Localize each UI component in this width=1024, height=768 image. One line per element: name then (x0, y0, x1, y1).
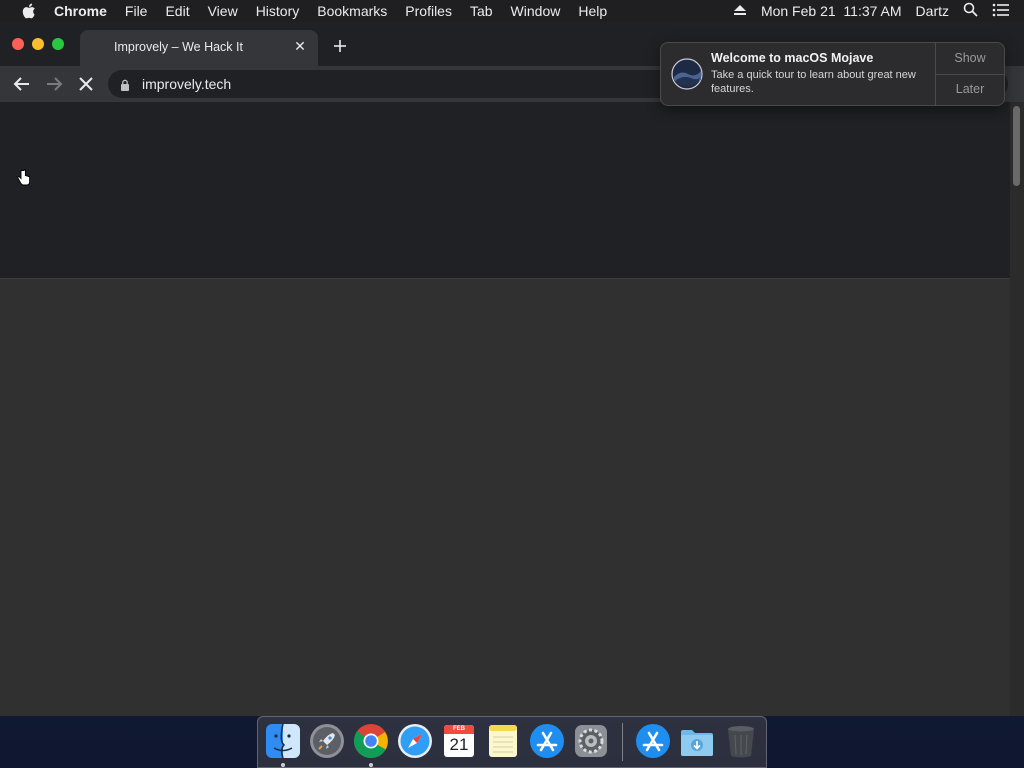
dock-calendar[interactable]: FEB 21 (440, 722, 478, 760)
notification-body: Take a quick tour to learn about great n… (711, 69, 916, 95)
chrome-icon (353, 724, 388, 758)
trash-icon (728, 726, 754, 758)
menu-edit[interactable]: Edit (165, 3, 189, 19)
menu-profiles[interactable]: Profiles (405, 3, 452, 19)
window-zoom-button[interactable] (52, 38, 64, 50)
window-minimize-button[interactable] (32, 38, 44, 50)
hand-cursor-icon (16, 169, 32, 187)
page-scrollbar[interactable] (1010, 102, 1024, 716)
calendar-day: 21 (449, 735, 469, 754)
finder-icon (266, 723, 300, 759)
notification-title: Welcome to macOS Mojave (711, 51, 874, 65)
menu-tab[interactable]: Tab (470, 3, 493, 19)
menu-help[interactable]: Help (578, 3, 607, 19)
close-icon[interactable]: ✕ (292, 38, 308, 54)
mojave-welcome-notification[interactable]: Welcome to macOS Mojave Take a quick tou… (660, 42, 1005, 106)
back-button[interactable] (10, 72, 34, 96)
dock-downloads-folder[interactable] (678, 722, 716, 760)
forward-button[interactable] (42, 72, 66, 96)
safari-compass-icon (398, 724, 432, 758)
eject-icon[interactable] (733, 3, 747, 19)
app-store-icon (530, 724, 564, 758)
menu-bookmarks[interactable]: Bookmarks (317, 3, 387, 19)
scrollbar-thumb[interactable] (1013, 106, 1020, 186)
dock-running-indicator (369, 763, 373, 767)
calendar-month: FEB (453, 726, 465, 732)
notification-actions: Show Later (935, 43, 1004, 105)
stop-loading-x-icon (79, 77, 93, 91)
dock-running-indicator (281, 763, 285, 767)
new-tab-button[interactable] (330, 38, 350, 58)
menu-view[interactable]: View (208, 3, 238, 19)
browser-window: Improvely – We Hack It ✕ improvely.tech (0, 22, 1024, 716)
dock-finder[interactable] (264, 722, 302, 760)
gear-icon (575, 725, 607, 757)
lock-icon[interactable] (120, 78, 130, 91)
macos-mojave-icon (671, 58, 703, 90)
menu-user[interactable]: Dartz (916, 3, 949, 19)
menu-bar: Chrome File Edit View History Bookmarks … (0, 0, 1024, 22)
dock-separator (622, 723, 623, 761)
app-store-icon (636, 724, 670, 758)
address-url[interactable]: improvely.tech (142, 76, 231, 92)
page-header-area (0, 102, 1010, 278)
dock-app-store-2[interactable] (634, 722, 672, 760)
tab-title: Improvely – We Hack It (114, 40, 243, 54)
plus-icon (334, 40, 346, 52)
menu-file[interactable]: File (125, 3, 148, 19)
menu-clock[interactable]: Mon Feb 21 11:37 AM (761, 3, 902, 19)
menu-bar-extras: Mon Feb 21 11:37 AM Dartz (733, 0, 1024, 22)
apple-logo-icon[interactable] (20, 2, 38, 20)
menu-app-chrome[interactable]: Chrome (54, 3, 107, 19)
notification-later-button[interactable]: Later (936, 74, 1004, 105)
dock-app-store[interactable] (528, 722, 566, 760)
launchpad-rocket-icon (310, 724, 344, 758)
dock: FEB 21 (257, 716, 767, 768)
menu-window[interactable]: Window (511, 3, 561, 19)
page-body-area (0, 278, 1010, 716)
menu-history[interactable]: History (256, 3, 300, 19)
dock-chrome[interactable] (352, 722, 390, 760)
arrow-left-icon (13, 77, 29, 91)
dock-launchpad[interactable] (308, 722, 346, 760)
dock-trash[interactable] (722, 722, 760, 760)
spotlight-search-icon[interactable] (963, 2, 978, 20)
stop-loading-button[interactable] (74, 72, 98, 96)
arrow-right-icon (47, 77, 63, 91)
tab-improvely[interactable]: Improvely – We Hack It ✕ (80, 30, 318, 66)
dock-system-preferences[interactable] (572, 722, 610, 760)
notification-show-button[interactable]: Show (936, 43, 1004, 75)
window-close-button[interactable] (12, 38, 24, 50)
notification-center-icon[interactable] (992, 3, 1010, 20)
downloads-folder-icon (681, 730, 713, 756)
notes-icon (489, 725, 517, 757)
dock-safari[interactable] (396, 722, 434, 760)
dock-notes[interactable] (484, 722, 522, 760)
